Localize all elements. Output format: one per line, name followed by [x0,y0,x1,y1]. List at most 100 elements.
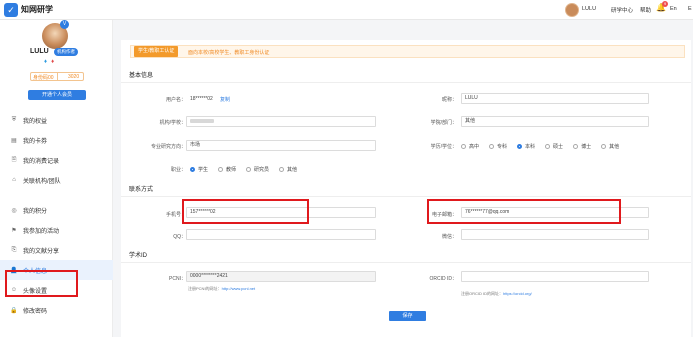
stat-left[interactable]: 身份码00 [33,74,54,81]
section-basic-title: 基本信息 [129,73,154,79]
receipt-icon: 🗎 [11,157,17,163]
pcn-input[interactable]: 0000********2421 [186,271,376,282]
edu-option[interactable]: 专科 [489,143,507,150]
highlight-box [182,199,309,224]
wechat-input[interactable] [461,229,649,240]
username-label: 用户名： [165,97,186,103]
card-icon: ▤ [11,137,17,144]
highlight-box [427,199,621,224]
orcid-hint: 注册ORCID ID的网址：https://orcid.org/ [461,291,532,297]
nickname-input[interactable]: LULU [461,93,649,104]
nickname-label: 昵称： [441,97,457,103]
verify-button[interactable]: 学生/教职工认证 [134,46,179,57]
sidebar-item-label: 我的权益 [23,118,48,125]
sidebar-item-share[interactable]: ⎘ 我的文献分享 [0,240,113,260]
copy-username-link[interactable]: 复制 [220,96,230,103]
open-vip-button[interactable]: 开通个人会员 [28,90,86,100]
job-option-selected[interactable]: 学生 [190,166,208,173]
section-contact-title: 联系方式 [129,187,154,193]
job-option-label: 其他 [287,167,298,173]
sidebar-item-label: 关联机构/团队 [23,178,61,185]
sidebar-item-label: 我的消费记录 [23,158,60,165]
major-label: 专业研究方向： [150,144,186,150]
job-option[interactable]: 教师 [218,166,236,173]
radio-icon [461,144,466,149]
radio-icon [246,167,252,172]
sidebar-item-label: 我的积分 [23,208,48,215]
phone-label: 手机号： [165,212,186,218]
app-logo-icon[interactable]: ✓ [4,3,18,17]
edu-option-label: 博士 [581,144,592,150]
save-button[interactable]: 保存 [389,311,426,321]
edu-option-selected[interactable]: 本科 [517,143,535,150]
user-avatar[interactable] [565,3,579,17]
diamond-blue-icon: ♦ [44,59,48,65]
edu-option-label: 其他 [609,144,620,150]
pcn-label: PCNI： [169,276,186,282]
edu-option[interactable]: 其他 [601,143,619,150]
major-input[interactable]: 市场 [186,140,376,151]
research-center-link[interactable]: 研学中心 [611,6,633,14]
job-radio-group: 学生 教师 研究员 其他 [190,166,297,173]
edu-option-label: 硕士 [553,144,564,150]
sidebar-item-label: 修改密码 [23,308,48,315]
highlight-box [5,270,78,297]
radio-icon [545,144,551,149]
sidebar-item-points[interactable]: ◎ 我的积分 [0,200,113,220]
orcid-label: ORCID ID： [429,276,457,282]
radio-icon [218,167,224,172]
help-link[interactable]: 帮助 [640,6,651,14]
section-scholar-title: 学术ID [129,253,148,259]
orcid-url-link[interactable]: https://orcid.org/ [503,291,532,296]
divider [121,262,691,263]
radio-icon [489,144,495,149]
sidebar-item-label: 我参加的活动 [23,228,60,235]
share-icon: ⎘ [11,246,17,253]
org-input[interactable] [186,116,376,127]
org-redacted [190,118,214,123]
sidebar-item-activities[interactable]: ⚑ 我参加的活动 [0,220,113,240]
job-option[interactable]: 其他 [279,166,297,173]
username-value: 18******02 [190,96,213,102]
sidebar-item-password[interactable]: 🔒 修改密码 [0,300,113,320]
sidebar-item-org[interactable]: ⌂ 关联机构/团队 [0,170,113,190]
shield-icon: ⛨ [11,116,17,123]
sidebar-item-consumption[interactable]: 🗎 我的消费记录 [0,150,113,170]
sidebar-item-rights[interactable]: ⛨ 我的权益 [0,110,113,130]
header-username[interactable]: LULU [582,6,596,12]
stat-right[interactable]: 3020 [68,74,79,80]
dept-input[interactable]: 其他 [461,116,649,127]
orcid-hint-text: 注册ORCID ID的网址： [461,291,503,296]
radio-checked-icon [190,167,195,172]
radio-icon [601,144,607,149]
edu-option[interactable]: 硕士 [545,143,563,150]
edu-option-label: 本科 [525,144,536,150]
radio-checked-icon [517,144,523,149]
dept-label: 学院/部门： [430,120,457,126]
badges: ♦ ♦ [44,59,54,65]
activity-icon: ⚑ [11,227,17,234]
radio-icon [573,144,579,149]
points-icon: ◎ [11,207,17,214]
org-label: 机构/学校： [159,120,186,126]
author-tag: 机构作者 [54,48,78,56]
edu-option[interactable]: 博士 [573,143,591,150]
menu-divider [0,190,113,200]
edu-label: 学历/学位： [430,144,457,150]
header-extra[interactable]: E [688,6,692,12]
sidebar-item-coupons[interactable]: ▤ 我的卡券 [0,130,113,150]
divider [121,196,691,197]
orcid-input[interactable] [461,271,649,282]
stats-divider [57,72,58,81]
main-panel [121,40,691,337]
language-switch[interactable]: En [670,6,677,12]
pcn-url-link[interactable]: http://www.pcnl.net [222,286,256,291]
notification-badge: 9 [662,1,669,7]
app-name[interactable]: 知网研学 [21,4,53,15]
sidebar-item-label: 我的文献分享 [23,248,60,255]
qq-input[interactable] [186,229,376,240]
edu-option[interactable]: 高中 [461,143,479,150]
job-option-label: 学生 [198,167,209,173]
pcn-hint-text: 注册PCNI的网址： [188,286,222,291]
job-option[interactable]: 研究员 [246,166,269,173]
